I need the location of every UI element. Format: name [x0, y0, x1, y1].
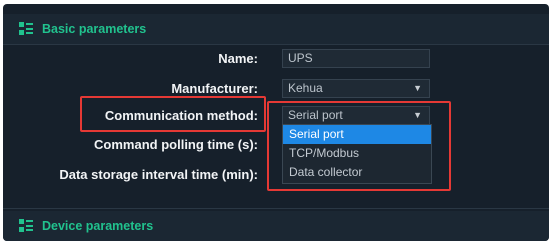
command-polling-time-label: Command polling time (s): [94, 137, 258, 152]
manufacturer-select[interactable]: Kehua ▼ [282, 79, 430, 98]
label-highlight-box [80, 96, 266, 132]
data-storage-interval-label: Data storage interval time (min): [59, 167, 258, 182]
parameters-panel: Basic parameters Name: UPS Manufacturer:… [3, 4, 549, 241]
manufacturer-value: Kehua [288, 81, 323, 95]
chevron-down-icon: ▼ [413, 83, 422, 93]
name-label: Name: [218, 51, 258, 66]
dropdown-highlight-box [267, 101, 451, 191]
device-parameters-title: Device parameters [42, 219, 154, 233]
list-icon [18, 21, 34, 37]
basic-parameters-header[interactable]: Basic parameters [3, 14, 549, 44]
manufacturer-label: Manufacturer: [171, 81, 258, 96]
divider [3, 208, 549, 209]
basic-parameters-title: Basic parameters [42, 22, 147, 36]
name-field[interactable]: UPS [282, 49, 430, 68]
device-parameters-header[interactable]: Device parameters [3, 211, 549, 241]
divider [3, 44, 549, 45]
list-icon [18, 218, 34, 234]
name-value: UPS [288, 51, 313, 65]
